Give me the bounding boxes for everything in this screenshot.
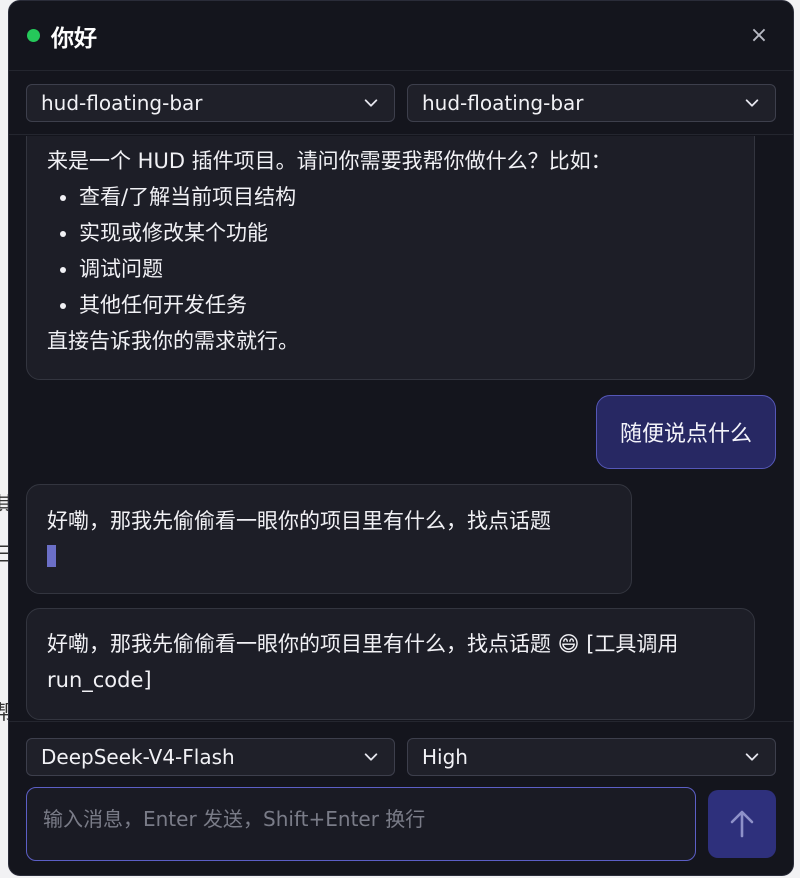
send-button[interactable]: [708, 790, 776, 858]
model-select[interactable]: DeepSeek-V4-Flash: [26, 737, 395, 776]
chevron-down-icon: [745, 752, 759, 761]
model-select-value: DeepSeek-V4-Flash: [41, 744, 235, 769]
chevron-down-icon: [364, 752, 378, 761]
status-indicator: [27, 29, 40, 42]
effort-select[interactable]: High: [407, 737, 776, 776]
project-selector-row: hud-floating-bar hud-floating-bar: [9, 71, 793, 135]
message-text: 来是一个 HUD 插件项目。请问你需要我帮你做什么？比如：: [47, 149, 612, 173]
assistant-message: 来是一个 HUD 插件项目。请问你需要我帮你做什么？比如： 查看/了解当前项目结…: [26, 136, 755, 380]
model-settings-row: DeepSeek-V4-Flash High: [9, 721, 793, 791]
composer-row: [9, 786, 793, 862]
close-button[interactable]: ×: [745, 22, 773, 50]
message-list: 查看/了解当前项目结构 实现或修改某个功能 调试问题 其他任何开发任务: [47, 179, 734, 323]
assistant-message-streaming: 好嘞，那我先偷偷看一眼你的项目里有什么，找点话题: [26, 484, 632, 594]
list-item: 调试问题: [79, 251, 734, 287]
assistant-message: 好嘞，那我先偷偷看一眼你的项目里有什么，找点话题 😄 [工具调用 run_cod…: [26, 608, 755, 720]
project-select-left[interactable]: hud-floating-bar: [26, 83, 395, 122]
close-icon: ×: [749, 22, 769, 48]
list-item: 其他任何开发任务: [79, 287, 734, 323]
message-input[interactable]: [26, 787, 696, 861]
title-bar: 你好 ×: [9, 1, 793, 71]
message-text: 直接告诉我你的需求就行。: [47, 329, 299, 353]
project-select-right-value: hud-floating-bar: [422, 90, 584, 115]
list-item: 实现或修改某个功能: [79, 215, 734, 251]
window-title: 你好: [51, 25, 97, 52]
effort-select-value: High: [422, 744, 468, 769]
project-select-left-value: hud-floating-bar: [41, 90, 203, 115]
hud-chat-panel: 你好 × hud-floating-bar hud-floating-bar 来…: [8, 0, 794, 876]
list-item: 查看/了解当前项目结构: [79, 179, 734, 215]
project-select-right[interactable]: hud-floating-bar: [407, 83, 776, 122]
message-text: 随便说点什么: [619, 422, 752, 447]
chat-message-list[interactable]: 来是一个 HUD 插件项目。请问你需要我帮你做什么？比如： 查看/了解当前项目结…: [9, 136, 793, 721]
arrow-up-icon: [730, 810, 754, 838]
chevron-down-icon: [745, 98, 759, 107]
message-text: 好嘞，那我先偷偷看一眼你的项目里有什么，找点话题: [47, 509, 551, 533]
typing-cursor: [47, 545, 56, 567]
message-text: 好嘞，那我先偷偷看一眼你的项目里有什么，找点话题 😄 [工具调用 run_cod…: [47, 632, 679, 692]
user-message: 随便说点什么: [596, 395, 776, 469]
chevron-down-icon: [364, 98, 378, 107]
